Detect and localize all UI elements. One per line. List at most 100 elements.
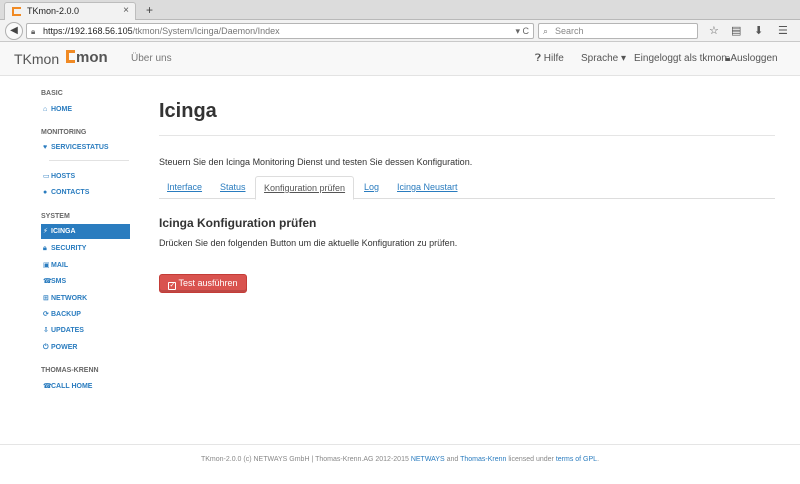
- menu-icon[interactable]: ☰: [778, 23, 788, 39]
- footer-and: and: [444, 456, 461, 463]
- download-icon[interactable]: ⬇: [754, 23, 763, 39]
- tab-status[interactable]: Status: [212, 176, 254, 199]
- lock-icon: 🔒︎: [31, 27, 36, 36]
- sidebar-item-hosts[interactable]: ▭ HOSTS: [41, 169, 130, 184]
- sidebar-item-label: BACKUP: [51, 311, 81, 318]
- sidebar-item-sms[interactable]: ☎︎ SMS: [41, 274, 130, 289]
- power-icon: ⏻: [43, 344, 49, 351]
- app-navbar: TKmon mon Über uns ❓︎ Hilfe Sprache ▾ Ei…: [0, 42, 800, 76]
- sidebar-item-label: MAIL: [51, 262, 69, 269]
- browser-toolbar: ◀ 🔒︎ https://192.168.56.105/tkmon/System…: [0, 20, 800, 42]
- brand-name[interactable]: TKmon: [14, 51, 59, 67]
- home-icon: ⌂: [43, 106, 48, 113]
- sidebar-item-label: SECURITY: [51, 245, 87, 252]
- search-placeholder: Search: [555, 26, 584, 36]
- tab-interface[interactable]: Interface: [159, 176, 210, 199]
- sidebar-item-label: ICINGA: [51, 228, 76, 235]
- title-divider: [159, 135, 775, 136]
- logo-mark-icon: [66, 50, 75, 63]
- tkmon-logo[interactable]: mon: [66, 49, 108, 66]
- sidebar-item-updates[interactable]: ⇩ UPDATES: [41, 323, 130, 338]
- language-label: Sprache: [581, 53, 619, 64]
- section-text: Drücken Sie den folgenden Button um die …: [159, 238, 458, 248]
- heart-icon: ♥: [43, 144, 48, 151]
- sidebar-item-label: SERVICESTATUS: [51, 144, 109, 151]
- sidebar-item-icinga[interactable]: ⚡ ICINGA: [41, 224, 130, 239]
- sidebar-item-servicestatus[interactable]: ♥ SERVICESTATUS: [41, 140, 130, 155]
- footer-copyright: TKmon-2.0.0 (c) NETWAYS GmbH | Thomas-Kr…: [200, 456, 411, 463]
- gpl-link[interactable]: terms of GPL: [556, 456, 597, 463]
- logout-label: Ausloggen: [730, 53, 778, 64]
- sidebar-item-label: HOSTS: [51, 173, 76, 180]
- about-link[interactable]: Über uns: [131, 53, 172, 64]
- footer-divider: [0, 444, 800, 445]
- monitor-icon: ▭: [43, 173, 50, 180]
- close-tab-icon[interactable]: ×: [123, 3, 129, 19]
- inbox-icon: ▣: [43, 262, 50, 269]
- tab-icinga-neustart[interactable]: Icinga Neustart: [389, 176, 466, 199]
- page-title: Icinga: [159, 100, 217, 122]
- sidebar-item-mail[interactable]: ▣ MAIL: [41, 258, 130, 273]
- sidebar-heading-system: SYSTEM: [41, 213, 70, 220]
- back-arrow-icon[interactable]: ◀: [5, 22, 23, 40]
- logo-text: mon: [76, 49, 108, 66]
- logout-link[interactable]: 🔒︎Ausloggen: [725, 53, 778, 64]
- sidebar-item-home[interactable]: ⌂ HOME: [41, 102, 130, 117]
- sidebar-item-label: CONTACTS: [51, 189, 90, 196]
- sidebar-item-label: HOME: [51, 106, 72, 113]
- help-label: Hilfe: [543, 53, 564, 64]
- thomas-krenn-link[interactable]: Thomas-Krenn: [460, 456, 506, 463]
- sidebar-item-power[interactable]: ⏻ POWER: [41, 340, 130, 355]
- tkmon-favicon-icon: [12, 7, 21, 16]
- sidebar-item-label: POWER: [51, 344, 78, 351]
- url-path: /tkmon/System/Icinga/Daemon/Index: [132, 26, 280, 36]
- url-bar[interactable]: 🔒︎ https://192.168.56.105/tkmon/System/I…: [26, 23, 534, 39]
- plug-icon: ⚡: [43, 228, 48, 235]
- check-square-icon: ✓: [168, 282, 177, 290]
- download-icon: ⇩: [43, 327, 49, 334]
- page-description: Steuern Sie den Icinga Monitoring Dienst…: [159, 157, 473, 167]
- run-test-button[interactable]: ✓ Test ausführen: [159, 274, 247, 293]
- url-host: https://192.168.56.105: [43, 26, 133, 36]
- tab-konfiguration-pruefen[interactable]: Konfiguration prüfen: [255, 176, 355, 200]
- tab-log[interactable]: Log: [356, 176, 387, 199]
- refresh-icon: ⟳: [43, 311, 49, 318]
- browser-tab[interactable]: TKmon-2.0.0 ×: [4, 2, 136, 20]
- phone-icon: ☎︎: [43, 383, 52, 390]
- lock-icon: 🔒︎: [43, 245, 47, 252]
- help-icon: ❓︎: [535, 53, 542, 64]
- reading-list-icon[interactable]: ▤: [731, 23, 741, 39]
- sidebar-item-contacts[interactable]: ● CONTACTS: [41, 185, 130, 200]
- sidebar-heading-monitoring: MONITORING: [41, 129, 87, 136]
- help-link[interactable]: ❓︎ Hilfe: [535, 53, 564, 64]
- search-icon: ⌕: [543, 26, 549, 36]
- browser-tabstrip: TKmon-2.0.0 × +: [0, 0, 800, 20]
- bookmark-star-icon[interactable]: ☆: [709, 23, 719, 39]
- sidebar-heading-basic: BASIC: [41, 90, 63, 97]
- footer-dot: .: [597, 456, 600, 463]
- sidebar-item-backup[interactable]: ⟳ BACKUP: [41, 307, 130, 322]
- sidebar-item-label: NETWORK: [51, 295, 88, 302]
- sidebar-item-network[interactable]: ⊞ NETWORK: [41, 291, 130, 306]
- sidebar-heading-thomas-krenn: THOMAS-KRENN: [41, 367, 99, 374]
- search-input[interactable]: ⌕ Search: [538, 23, 698, 39]
- logged-in-user: Eingeloggt als tkmon: [634, 53, 727, 64]
- reload-icon[interactable]: ▾ C: [515, 24, 529, 38]
- run-test-label: Test ausführen: [178, 278, 238, 288]
- sidebar-item-security[interactable]: 🔒︎ SECURITY: [41, 241, 130, 256]
- footer: TKmon-2.0.0 (c) NETWAYS GmbH | Thomas-Kr…: [0, 456, 800, 463]
- new-tab-icon[interactable]: +: [146, 2, 153, 18]
- sitemap-icon: ⊞: [43, 295, 49, 302]
- tab-bar: Interface Status Konfiguration prüfen Lo…: [159, 176, 775, 200]
- chevron-down-icon: ▾: [621, 53, 627, 64]
- sidebar-divider: [49, 160, 129, 161]
- sidebar-item-label: SMS: [51, 278, 67, 285]
- sidebar-item-call-home[interactable]: ☎︎ CALL HOME: [41, 379, 130, 394]
- sidebar-item-label: CALL HOME: [51, 383, 93, 390]
- footer-licensed: licensed under: [506, 456, 556, 463]
- phone-icon: ☎︎: [43, 278, 52, 285]
- language-dropdown[interactable]: Sprache ▾: [581, 53, 626, 64]
- netways-link[interactable]: NETWAYS: [411, 456, 445, 463]
- tab-title: TKmon-2.0.0: [27, 6, 80, 16]
- section-title: Icinga Konfiguration prüfen: [159, 216, 317, 230]
